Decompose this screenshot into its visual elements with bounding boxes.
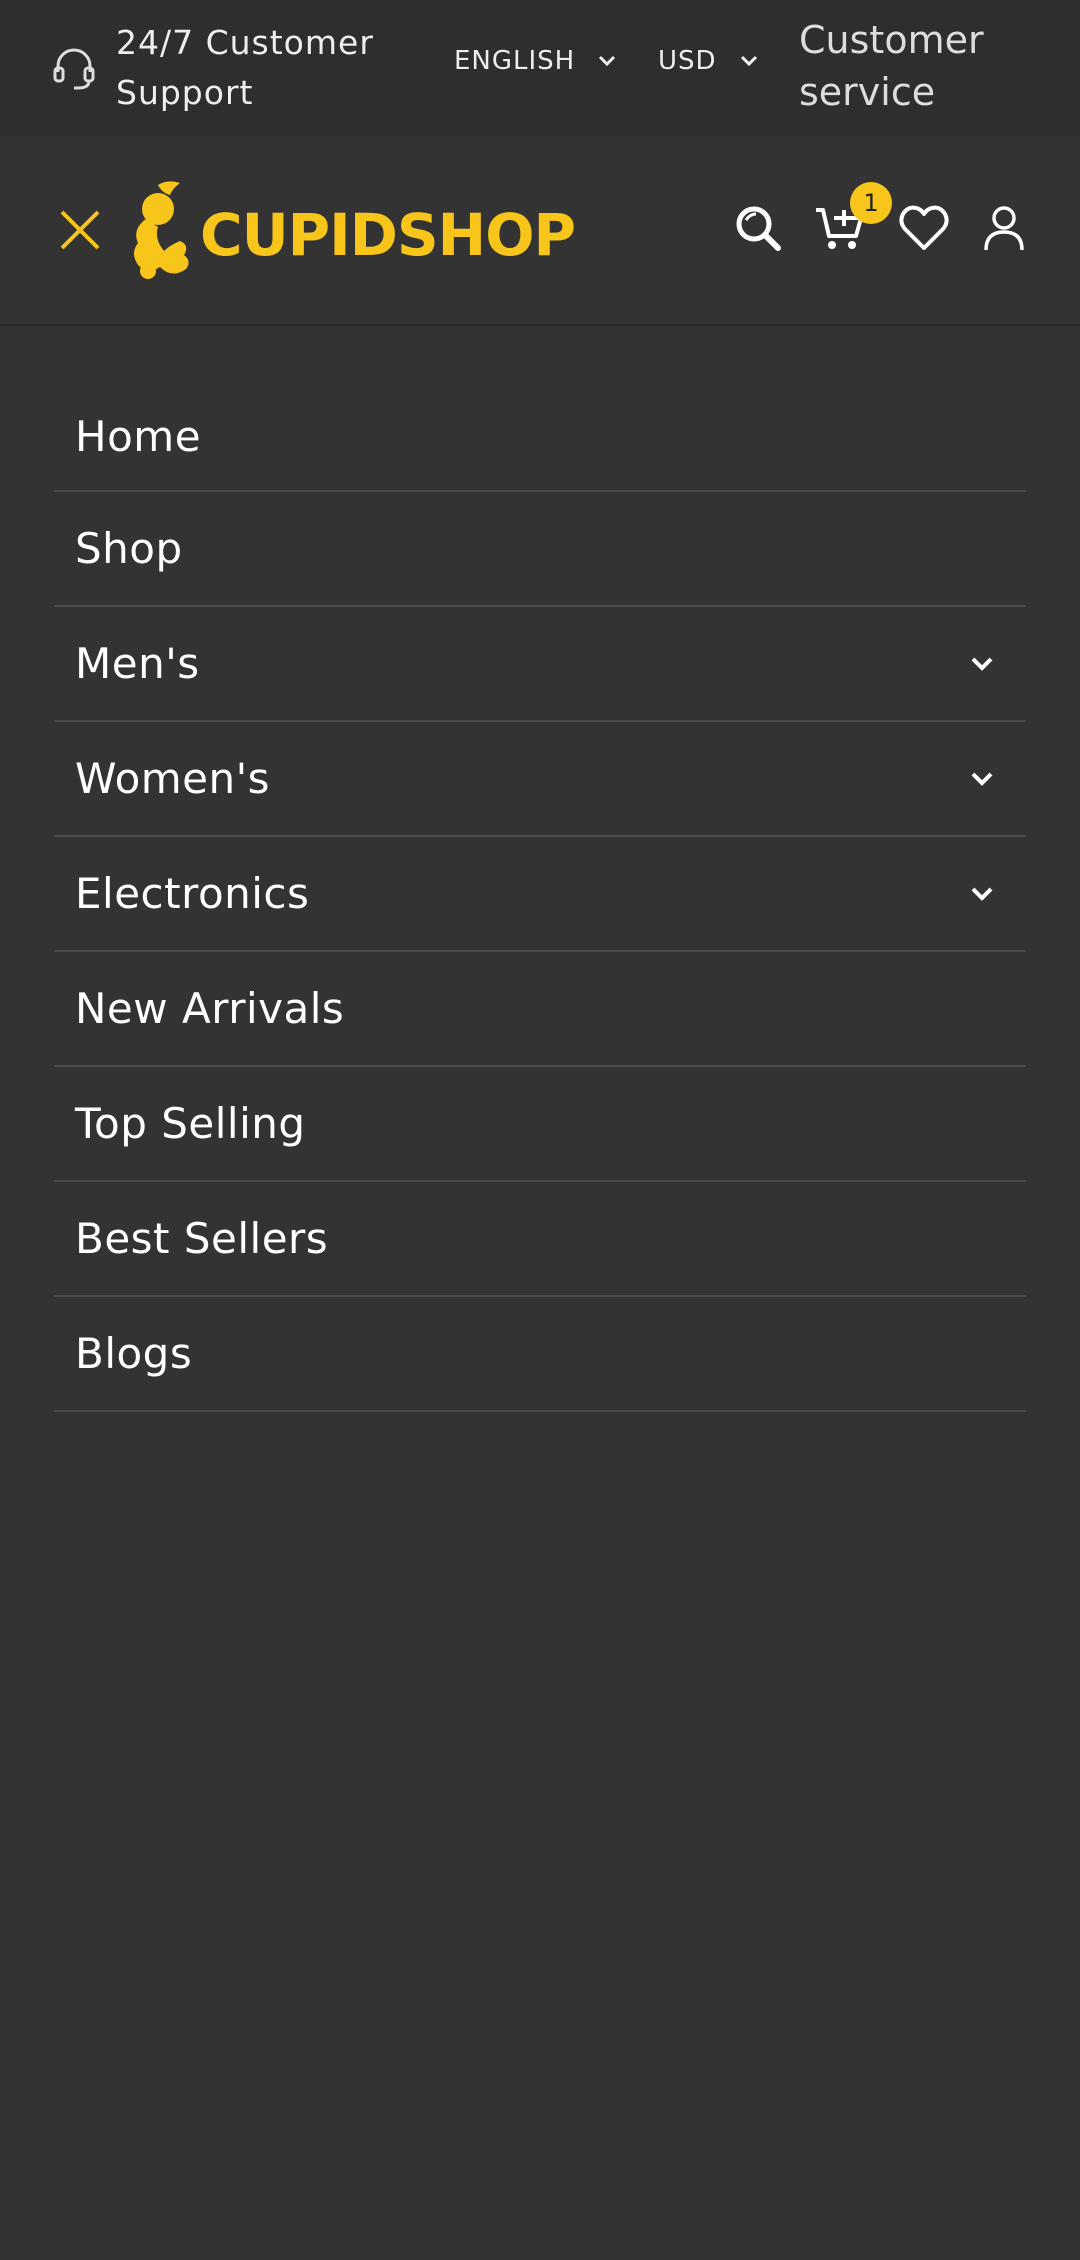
language-select[interactable]: ENGLISH xyxy=(454,46,617,76)
customer-service-link[interactable]: Customer service xyxy=(799,14,1059,118)
menu-item-best-sellers[interactable]: Best Sellers xyxy=(54,1182,1026,1297)
currency-value: USD xyxy=(658,46,717,76)
menu-item-label: Home xyxy=(75,411,202,461)
menu-item-new-arrivals[interactable]: New Arrivals xyxy=(54,952,1026,1067)
headset-icon xyxy=(53,48,95,90)
menu-item-shop[interactable]: Shop xyxy=(54,492,1026,607)
site-header: CUPIDSHOP 1 xyxy=(0,136,1080,326)
menu-item-label: Women's xyxy=(75,754,271,803)
menu-item-label: Best Sellers xyxy=(75,1214,329,1263)
search-icon[interactable] xyxy=(732,202,784,254)
menu-item-home[interactable]: Home xyxy=(54,382,1026,492)
currency-select[interactable]: USD xyxy=(658,46,759,76)
menu-item-label: Electronics xyxy=(75,869,310,918)
support-label: 24/7 Customer Support xyxy=(116,23,374,112)
cupidshop-logo[interactable]: CUPIDSHOP xyxy=(128,176,576,286)
menu-item-label: Men's xyxy=(75,639,200,688)
menu-item-label: Shop xyxy=(75,524,183,573)
chevron-down-icon[interactable] xyxy=(968,880,996,908)
user-icon[interactable] xyxy=(978,202,1030,254)
menu-item-label: New Arrivals xyxy=(75,984,345,1033)
menu-item-blogs[interactable]: Blogs xyxy=(54,1297,1026,1412)
heart-icon[interactable] xyxy=(898,202,950,254)
logo-mark-icon xyxy=(134,181,189,279)
close-icon[interactable] xyxy=(56,206,104,254)
chevron-down-icon[interactable] xyxy=(968,765,996,793)
chevron-down-icon xyxy=(740,55,757,67)
logo-text: CUPIDSHOP xyxy=(200,201,576,269)
mobile-menu: Home Shop Men's Women's Electronics New … xyxy=(54,382,1026,1412)
menu-item-label: Top Selling xyxy=(75,1099,306,1148)
menu-item-top-selling[interactable]: Top Selling xyxy=(54,1067,1026,1182)
menu-item-electronics[interactable]: Electronics xyxy=(54,837,1026,952)
chevron-down-icon[interactable] xyxy=(968,650,996,678)
customer-support[interactable]: 24/7 Customer Support xyxy=(50,18,396,118)
menu-item-label: Blogs xyxy=(75,1329,193,1378)
top-bar: 24/7 Customer Support ENGLISH USD Custom… xyxy=(0,0,1080,136)
chevron-down-icon xyxy=(599,55,616,67)
cart-count-badge: 1 xyxy=(850,182,892,224)
menu-item-mens[interactable]: Men's xyxy=(54,607,1026,722)
menu-item-womens[interactable]: Women's xyxy=(54,722,1026,837)
language-value: ENGLISH xyxy=(454,46,576,76)
